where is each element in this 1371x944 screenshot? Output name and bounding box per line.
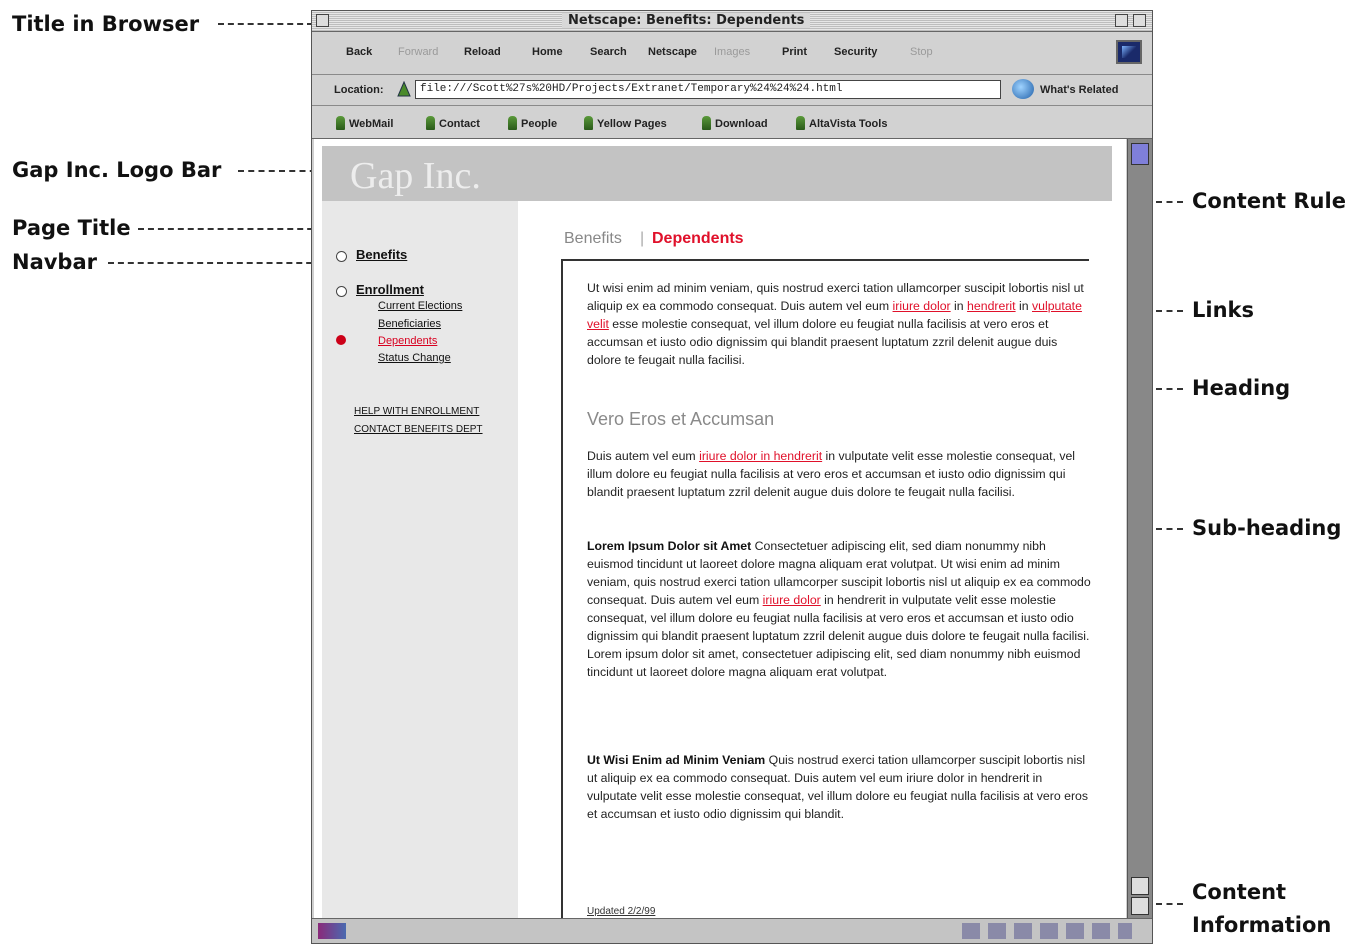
inline-link[interactable]: iriure dolor <box>893 299 951 313</box>
page-content: Gap Inc. Benefits Enrollment Current Ele… <box>314 139 1126 919</box>
location-label: Location: <box>334 84 384 96</box>
nav-enrollment[interactable]: Enrollment <box>356 282 424 297</box>
radio-icon <box>336 286 347 297</box>
text-run: esse molestie consequat, vel illum dolor… <box>587 317 1058 367</box>
title-bar[interactable]: Netscape: Benefits: Dependents <box>312 11 1152 32</box>
text-run: Duis autem vel eum <box>587 449 700 463</box>
content-rule: Ut wisi enim ad minim veniam, quis nostr… <box>561 259 1091 919</box>
status-bar <box>312 918 1152 943</box>
vertical-scrollbar[interactable] <box>1127 139 1152 919</box>
callout-content-rule: Content Rule <box>1192 189 1346 213</box>
bookmark-icon[interactable] <box>396 81 412 98</box>
callout-links: Links <box>1192 298 1254 322</box>
nav-status-change[interactable]: Status Change <box>378 352 451 364</box>
navigation-toolbar: Back Forward Reload Home Search Netscape… <box>312 32 1152 75</box>
location-bar: Location: file:///Scott%27s%20HD/Project… <box>312 75 1152 106</box>
callout-navbar: Navbar <box>12 250 97 274</box>
leader-line <box>108 262 332 264</box>
text-run: in <box>950 299 968 313</box>
component-bar-icon[interactable] <box>962 923 1132 939</box>
paragraph-4: Ut Wisi Enim ad Minim Veniam Quis nostru… <box>587 751 1091 823</box>
page-title-separator: | <box>640 230 645 247</box>
personal-yellow-pages[interactable]: Yellow Pages <box>584 116 667 130</box>
nav-beneficiaries[interactable]: Beneficiaries <box>378 318 441 330</box>
sub-heading: Lorem Ipsum Dolor sit Amet <box>587 539 752 553</box>
callout-content-line: Content <box>1192 880 1287 904</box>
collapse-box-icon[interactable] <box>1133 14 1146 27</box>
whats-related-button[interactable]: What's Related <box>1040 84 1118 96</box>
content-heading: Vero Eros et Accumsan <box>587 409 775 429</box>
personal-toolbar: WebMail Contact People Yellow Pages Down… <box>312 106 1152 139</box>
logo-bar: Gap Inc. <box>322 146 1112 201</box>
inline-link[interactable]: iriure dolor in hendrerit <box>699 449 822 463</box>
personal-people[interactable]: People <box>508 116 557 130</box>
stop-button: Stop <box>910 46 933 58</box>
netscape-button[interactable]: Netscape <box>648 46 697 58</box>
paragraph-1: Ut wisi enim ad minim veniam, quis nostr… <box>587 279 1091 369</box>
callout-title-in-browser: Title in Browser <box>12 12 200 36</box>
inline-link[interactable]: hendrerit <box>967 299 1016 313</box>
close-box-icon[interactable] <box>316 14 329 27</box>
callout-page-title: Page Title <box>12 216 131 240</box>
paragraph-2: Duis autem vel eum iriure dolor in hendr… <box>587 447 1091 501</box>
gap-logo[interactable]: Gap Inc. <box>350 154 481 198</box>
callout-heading: Heading <box>1192 376 1291 400</box>
url-field[interactable]: file:///Scott%27s%20HD/Projects/Extranet… <box>415 80 1001 99</box>
callout-sub-heading: Sub-heading <box>1192 516 1342 540</box>
callout-content-information: Content Information <box>1192 876 1331 942</box>
text-run: in <box>1015 299 1032 313</box>
help-with-enrollment-link[interactable]: HELP WITH ENROLLMENT <box>354 406 479 417</box>
sub-heading: Ut Wisi Enim ad Minim Veniam <box>587 753 766 767</box>
page-title-section[interactable]: Benefits <box>564 230 622 248</box>
paragraph-3: Lorem Ipsum Dolor sit Amet Consectetuer … <box>587 537 1091 681</box>
radio-icon <box>336 251 347 262</box>
current-page-indicator-icon <box>336 335 346 345</box>
whats-related-icon[interactable] <box>1012 79 1034 99</box>
callout-information-line: Information <box>1192 913 1332 937</box>
zoom-box-icon[interactable] <box>1115 14 1128 27</box>
scroll-up-arrow-icon[interactable] <box>1131 877 1149 895</box>
nav-current-elections[interactable]: Current Elections <box>378 300 462 312</box>
window-title: Netscape: Benefits: Dependents <box>562 13 811 28</box>
scroll-down-arrow-icon[interactable] <box>1131 897 1149 915</box>
content-information: Updated 2/2/99 <box>587 906 656 917</box>
personal-altavista-tools[interactable]: AltaVista Tools <box>796 116 887 130</box>
search-button[interactable]: Search <box>590 46 627 58</box>
nav-benefits[interactable]: Benefits <box>356 247 407 262</box>
leader-line <box>218 23 313 25</box>
back-button[interactable]: Back <box>346 46 372 58</box>
contact-benefits-dept-link[interactable]: CONTACT BENEFITS DEPT <box>354 424 483 435</box>
inline-link[interactable]: iriure dolor <box>763 593 821 607</box>
browser-window: Netscape: Benefits: Dependents Back Forw… <box>311 10 1153 944</box>
scroll-thumb[interactable] <box>1131 143 1149 165</box>
security-lock-icon[interactable] <box>318 923 346 939</box>
images-button: Images <box>714 46 751 58</box>
page-title-current: Dependents <box>652 230 744 247</box>
home-button[interactable]: Home <box>532 46 563 58</box>
callout-logo-bar: Gap Inc. Logo Bar <box>12 158 222 182</box>
personal-download[interactable]: Download <box>702 116 768 130</box>
print-button[interactable]: Print <box>782 46 807 58</box>
personal-webmail[interactable]: WebMail <box>336 116 393 130</box>
security-button[interactable]: Security <box>834 46 877 58</box>
nav-dependents[interactable]: Dependents <box>378 335 437 347</box>
reload-button[interactable]: Reload <box>464 46 501 58</box>
netscape-logo-icon[interactable] <box>1116 40 1142 64</box>
forward-button: Forward <box>398 46 439 58</box>
personal-contact[interactable]: Contact <box>426 116 480 130</box>
